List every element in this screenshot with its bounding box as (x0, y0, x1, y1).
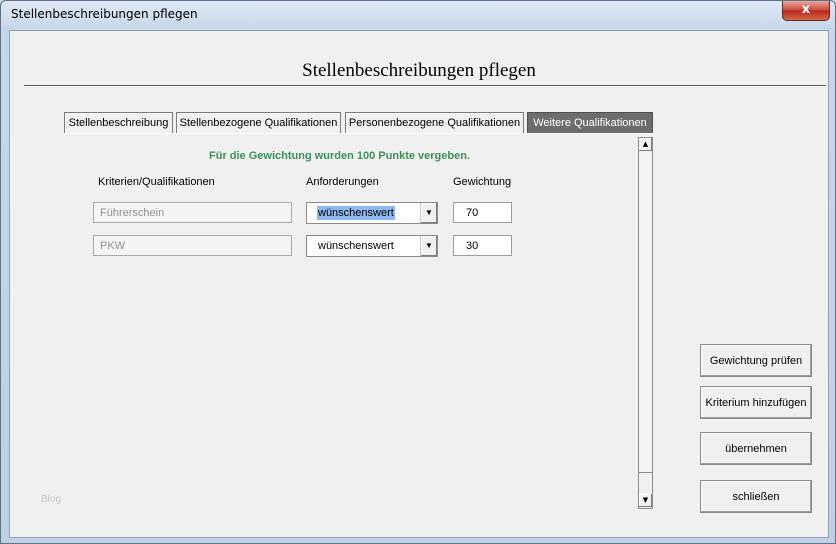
window-title: Stellenbeschreibungen pflegen (11, 7, 198, 21)
tab-strip-divider (64, 133, 654, 134)
dropdown-arrow-icon[interactable]: ▼ (420, 203, 437, 223)
check-weight-button[interactable]: Gewichtung prüfen (700, 344, 812, 377)
title-bar[interactable]: Stellenbeschreibungen pflegen x (1, 1, 835, 30)
scroll-up-arrow-icon[interactable]: ▲ (639, 138, 652, 151)
close-button[interactable]: schließen (700, 480, 812, 513)
application-window: Stellenbeschreibungen pflegen x Stellenb… (0, 0, 836, 544)
column-header-requirement: Anforderungen (306, 176, 379, 188)
requirement-dropdown[interactable]: wünschenswert ▼ (306, 202, 438, 224)
scroll-thumb[interactable] (639, 472, 652, 473)
scroll-down-arrow-icon[interactable]: ▼ (639, 494, 652, 507)
requirement-dropdown[interactable]: wünschenswert ▼ (306, 235, 438, 257)
add-criterion-button[interactable]: Kriterium hinzufügen (700, 386, 812, 419)
header-divider (24, 85, 826, 87)
column-header-weight: Gewichtung (453, 176, 512, 188)
vertical-scrollbar[interactable]: ▲ ▼ (638, 137, 653, 509)
requirement-value: wünschenswert (318, 240, 394, 252)
watermark-text: Blog (41, 494, 62, 505)
dialog-body: Stellenbeschreibungen pflegen Stellenbes… (9, 30, 829, 538)
column-header-criteria: Kriterien/Qualifikationen (98, 176, 215, 188)
page-title: Stellenbeschreibungen pflegen (302, 60, 536, 81)
tab-stellenbezogene-qualifikationen[interactable]: Stellenbezogene Qualifikationen (176, 112, 341, 134)
requirement-value: wünschenswert (317, 206, 395, 220)
tab-stellenbeschreibung[interactable]: Stellenbeschreibung (64, 112, 173, 134)
criterion-field[interactable]: Führerschein (93, 202, 292, 223)
window-close-button[interactable]: x (782, 1, 830, 21)
close-icon: x (801, 2, 811, 17)
weight-field[interactable]: 70 (453, 202, 512, 223)
criterion-field[interactable]: PKW (93, 235, 292, 256)
apply-button[interactable]: übernehmen (700, 432, 812, 465)
tab-weitere-qualifikationen[interactable]: Weitere Qualifikationen (527, 112, 653, 134)
dropdown-arrow-icon[interactable]: ▼ (420, 236, 437, 256)
weight-field[interactable]: 30 (453, 235, 512, 256)
weight-info-message: Für die Gewichtung wurden 100 Punkte ver… (209, 150, 470, 162)
scroll-track[interactable] (639, 152, 652, 474)
tab-personenbezogene-qualifikationen[interactable]: Personenbezogene Qualifikationen (345, 112, 524, 134)
